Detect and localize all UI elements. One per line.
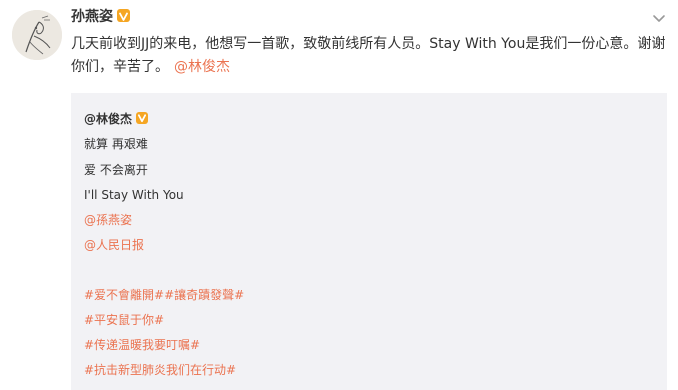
verified-v-icon [136,112,149,124]
author-name[interactable]: 孙燕姿 [71,7,130,27]
post-text: 几天前收到JJ的来电，他想写一首歌，致敬前线所有人员。Stay With You… [71,33,671,79]
chevron-down-icon[interactable] [652,10,666,24]
repost-line-1: 就算 再艰难 [84,137,148,151]
avatar[interactable] [12,10,62,60]
repost-box: @林俊杰 就算 再艰难 爱 不会离开 I'll Stay With You @孫… [71,93,667,390]
hashtag-link-2[interactable]: #平安鼠于你# [84,312,164,328]
repost-mention-link-2[interactable]: @人民日报 [84,237,144,253]
repost-author[interactable]: @林俊杰 [84,111,149,127]
post-text-content: 几天前收到JJ的来电，他想写一首歌，致敬前线所有人员。Stay With You… [71,36,666,75]
repost-line-2: 爱 不会离开 [84,163,148,177]
weibo-post-card: 孙燕姿 几天前收到JJ的来电，他想写一首歌，致敬前线所有人员。Stay With… [0,0,678,390]
hashtag-link-3[interactable]: #传递温暖我要叮嘱# [84,337,200,353]
repost-author-name: @林俊杰 [84,112,133,126]
repost-line-3: I'll Stay With You [84,188,184,202]
hashtag-link-1[interactable]: #爱不會離開##讓奇蹟發聲# [84,287,244,303]
repost-mention-link-1[interactable]: @孫燕姿 [84,212,132,228]
post-mention-link[interactable]: @林俊杰 [174,59,230,75]
hashtag-link-4[interactable]: #抗击新型肺炎我们在行动# [84,362,236,378]
verified-v-icon [117,9,130,22]
author-name-text: 孙燕姿 [71,9,113,25]
avatar-illustration-icon [12,10,62,60]
